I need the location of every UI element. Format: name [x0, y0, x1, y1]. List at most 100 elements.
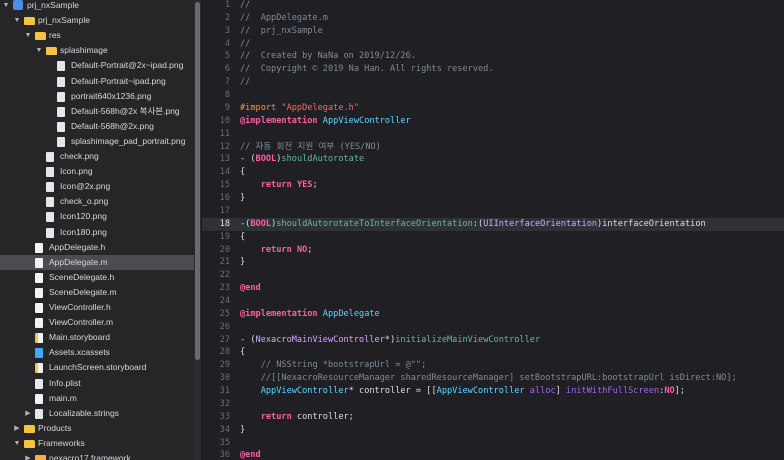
disclosure-expanded-icon[interactable]: ▼ — [13, 13, 21, 28]
navigator-item[interactable]: ▼ res — [0, 28, 194, 43]
navigator-item[interactable]: Icon180.png — [0, 225, 194, 240]
navigator-item[interactable]: Icon.png — [0, 164, 194, 179]
code-text: - (BOOL)shouldAutorotate — [240, 153, 364, 166]
navigator-item[interactable]: ▼ prj_nxSample — [0, 0, 194, 13]
code-line[interactable]: 17 — [202, 205, 784, 218]
navigator-item[interactable]: SceneDelegate.h — [0, 270, 194, 285]
navigator-item[interactable]: SceneDelegate.m — [0, 285, 194, 300]
code-line[interactable]: 2 // AppDelegate.m — [202, 12, 784, 25]
code-line[interactable]: 19 { — [202, 231, 784, 244]
navigator-item[interactable]: Info.plist — [0, 376, 194, 391]
code-line[interactable]: 35 — [202, 437, 784, 450]
code-token: { — [240, 231, 246, 242]
code-line[interactable]: 1 // — [202, 0, 784, 12]
code-line[interactable]: 6 // Copyright © 2019 Na Han. All rights … — [202, 63, 784, 76]
navigator-item[interactable]: check_o.png — [0, 194, 194, 209]
line-number: 28 — [219, 347, 230, 358]
line-number: 16 — [219, 193, 230, 204]
code-line[interactable]: 34} — [202, 424, 784, 437]
disclosure-collapsed-icon[interactable]: ▶ — [24, 451, 32, 460]
disclosure-expanded-icon[interactable]: ▼ — [24, 28, 32, 43]
navigator-item[interactable]: LaunchScreen.storyboard — [0, 360, 194, 375]
navigator-item[interactable]: splashimage_pad_portrait.png — [0, 134, 194, 149]
code-token: return — [260, 244, 292, 255]
navigator-item[interactable]: Main.storyboard — [0, 330, 194, 345]
code-line[interactable]: 11 — [202, 128, 784, 141]
code-line[interactable]: 25 @implementation AppDelegate — [202, 308, 784, 321]
navigator-scrollbar-thumb[interactable] — [195, 2, 200, 360]
navigator-item[interactable]: Default-568h@2x.png — [0, 119, 194, 134]
code-line[interactable]: 3 // prj_nxSample — [202, 25, 784, 38]
code-line[interactable]: 28 { — [202, 346, 784, 359]
code-text: { — [240, 346, 245, 359]
line-number: 12 — [219, 141, 230, 152]
code-line[interactable]: 31 AppViewController* controller = [[App… — [202, 385, 784, 398]
navigator-item[interactable]: ViewController.h — [0, 300, 194, 315]
code-line[interactable]: 21} — [202, 256, 784, 269]
objc-file-icon — [35, 287, 43, 298]
asset-catalog-icon — [35, 348, 43, 359]
navigator-item[interactable]: Icon120.png — [0, 209, 194, 224]
navigator-item[interactable]: ▼ Frameworks — [0, 436, 194, 451]
navigator-item[interactable]: AppDelegate.m — [0, 254, 194, 270]
disclosure-expanded-icon[interactable]: ▼ — [35, 43, 43, 58]
navigator-item[interactable]: ▶ nexacro17.framework — [0, 451, 194, 460]
code-line[interactable]: 13 - (BOOL)shouldAutorotate — [202, 153, 784, 166]
navigator-item[interactable]: ▼ prj_nxSample — [0, 13, 194, 28]
code-token: { — [240, 167, 246, 178]
navigator-item[interactable]: Assets.xcassets — [0, 345, 194, 360]
image-file-icon — [46, 197, 54, 208]
code-line[interactable]: 30 //[[NexacroResourceManager sharedReso… — [202, 372, 784, 385]
code-line[interactable]: 4 // — [202, 38, 784, 51]
code-line[interactable]: 32 — [202, 398, 784, 411]
navigator-item[interactable]: ▼ splashimage — [0, 43, 194, 58]
code-line[interactable]: 27 - (NexacroMainViewController*)initiali… — [202, 334, 784, 347]
code-line[interactable]: 22 — [202, 269, 784, 282]
code-line[interactable]: 15 return YES; — [202, 179, 784, 192]
code-line[interactable]: 12 // 자동 회전 지원 여부 (YES/NO) — [202, 141, 784, 154]
code-line[interactable]: 5 // Created by NaNa on 2019/12/26. — [202, 50, 784, 63]
navigator-item-label: Frameworks — [38, 437, 85, 448]
code-line[interactable]: 36 @end — [202, 449, 784, 460]
navigator-item[interactable]: Default-Portrait@2x~ipad.png — [0, 58, 194, 73]
navigator-item-label: res — [49, 30, 61, 41]
navigator-item-label: SceneDelegate.h — [49, 271, 115, 282]
code-line[interactable]: 9 #import "AppDelegate.h" — [202, 102, 784, 115]
code-line[interactable]: 23 @end — [202, 282, 784, 295]
line-number: 17 — [219, 205, 230, 216]
code-line[interactable]: 26 — [202, 321, 784, 334]
navigator-item[interactable]: check.png — [0, 149, 194, 164]
navigator-item-label: Default-568h@2x 복사본.png — [71, 105, 180, 116]
source-editor[interactable]: 1//2// AppDelegate.m 3// prj_nxSample 4//5… — [202, 0, 784, 460]
code-line[interactable]: 10 @implementation AppViewController — [202, 115, 784, 128]
code-token: :( — [472, 218, 484, 229]
disclosure-expanded-icon[interactable]: ▼ — [2, 0, 10, 13]
disclosure-collapsed-icon[interactable]: ▶ — [13, 421, 21, 436]
navigator-item[interactable]: Default-568h@2x 복사본.png — [0, 104, 194, 119]
code-line[interactable]: 33 return controller; — [202, 411, 784, 424]
code-line[interactable]: 24 — [202, 295, 784, 308]
navigator-item[interactable]: AppDelegate.h — [0, 240, 194, 255]
header-file-icon — [35, 303, 43, 313]
code-text: // prj_nxSample — [240, 25, 323, 38]
code-line[interactable]: 7 // — [202, 76, 784, 89]
disclosure-expanded-icon[interactable]: ▼ — [13, 436, 21, 451]
navigator-item[interactable]: ▶ Products — [0, 421, 194, 436]
code-line[interactable]: 8 — [202, 89, 784, 102]
navigator-item[interactable]: portrait640x1236.png — [0, 89, 194, 104]
code-line[interactable]: 29 // NSString *bootstrapUrl = @""; — [202, 359, 784, 372]
navigator-item[interactable]: Default-Portrait~ipad.png — [0, 74, 194, 89]
code-line[interactable]: 20 return NO; — [202, 244, 784, 257]
navigator-item[interactable]: ▶ Localizable.strings — [0, 406, 194, 421]
code-line[interactable]: 16} — [202, 192, 784, 205]
navigator-item[interactable]: ViewController.m — [0, 315, 194, 330]
code-line[interactable]: 18 -(BOOL)shouldAutorotateToInterfaceOrie… — [202, 217, 784, 231]
disclosure-collapsed-icon[interactable]: ▶ — [24, 406, 32, 421]
code-token: // AppDelegate.m — [240, 12, 328, 23]
code-token: NO — [664, 386, 675, 397]
code-line[interactable]: 14 { — [202, 166, 784, 179]
navigator-item-label: LaunchScreen.storyboard — [49, 362, 147, 373]
navigator-item[interactable]: main.m — [0, 391, 194, 406]
navigator-item[interactable]: Icon@2x.png — [0, 179, 194, 194]
